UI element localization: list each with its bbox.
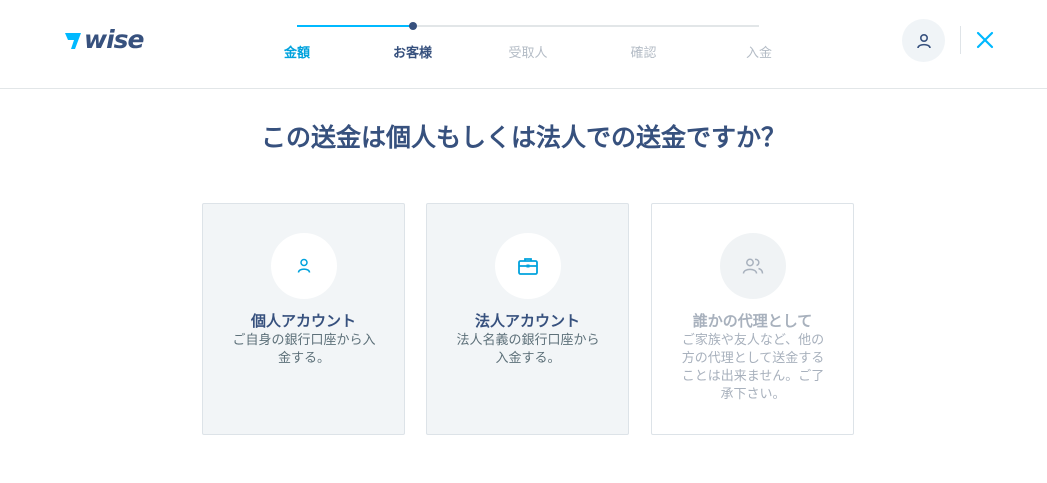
wise-flag-icon	[65, 33, 81, 49]
step-amount[interactable]: 金額	[257, 46, 337, 62]
logo-wordmark: wise	[84, 25, 145, 54]
briefcase-icon	[518, 258, 538, 275]
wise-logo[interactable]: wise	[64, 25, 145, 54]
option-business-account[interactable]: 法人アカウント 法人名義の銀行口座から入金する。	[426, 203, 629, 435]
option-description: ご家族や友人など、他の方の代理として送金することは出来ません。ご了承下さい。	[681, 333, 825, 402]
page: wise 金額 お客様 受取人 確認 入金 この送金は個人もしくは法人での送金で…	[0, 0, 1047, 483]
option-title: 個人アカウント	[250, 312, 356, 330]
option-description: 法人名義の銀行口座から入金する。	[456, 333, 600, 366]
top-bar: wise 金額 お客様 受取人 確認 入金	[0, 0, 1047, 89]
person-icon	[297, 258, 311, 273]
option-on-behalf: 誰かの代理として ご家族や友人など、他の方の代理として送金することは出来ません。…	[651, 203, 854, 435]
option-personal-account[interactable]: 個人アカウント ご自身の銀行口座から入金する。	[202, 203, 405, 435]
step-review: 確認	[630, 46, 657, 61]
people-icon	[742, 258, 764, 274]
stepper-current-dot	[408, 22, 417, 30]
card-icon-wrapper	[271, 233, 337, 299]
header-divider	[960, 26, 961, 54]
option-title: 法人アカウント	[474, 312, 580, 330]
step-payment: 入金	[745, 46, 772, 61]
card-icon-wrapper	[720, 233, 786, 299]
user-icon	[916, 33, 931, 48]
step-customer: お客様	[392, 46, 432, 61]
stepper-progress	[297, 25, 413, 27]
close-icon	[976, 31, 994, 49]
option-description: ご自身の銀行口座から入金する。	[232, 333, 376, 366]
close-button[interactable]	[973, 28, 997, 52]
progress-stepper: 金額 お客様 受取人 確認 入金	[270, 18, 790, 68]
option-title: 誰かの代理として	[692, 312, 813, 330]
page-question: この送金は個人もしくは法人での送金ですか？	[260, 123, 786, 152]
account-button[interactable]	[902, 19, 945, 62]
step-recipient: 受取人	[508, 46, 548, 61]
card-icon-wrapper	[495, 233, 561, 299]
